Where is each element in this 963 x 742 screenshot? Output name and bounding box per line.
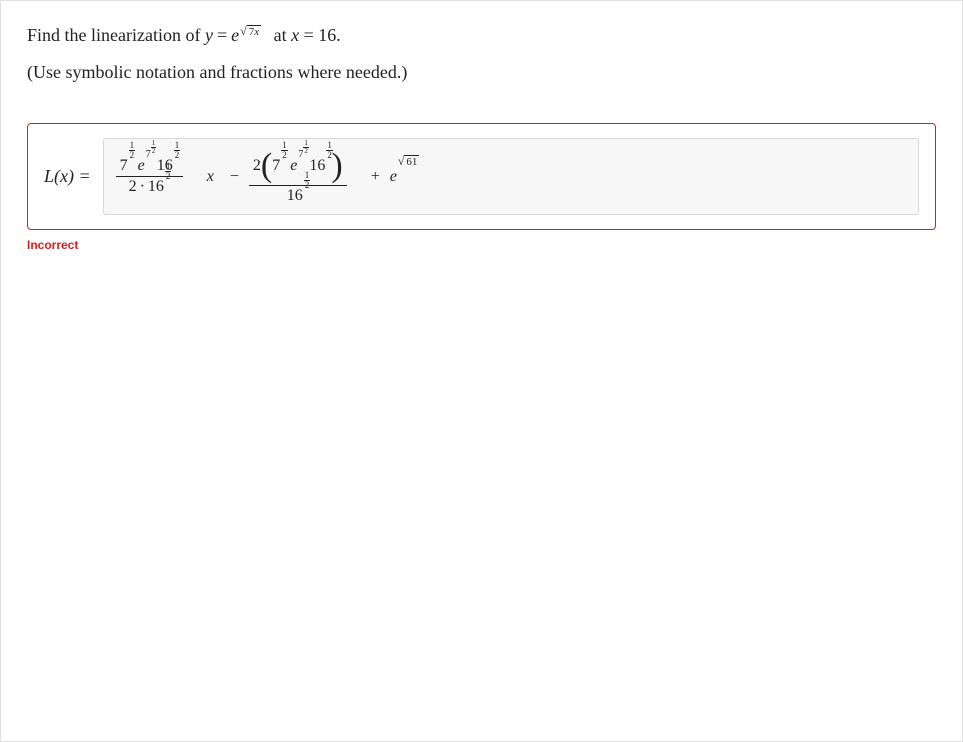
term2-fraction: 2 ( 7 12 e 712 bbox=[249, 149, 347, 204]
t3-e: e bbox=[390, 168, 397, 186]
answer-label: L(x) = bbox=[44, 166, 91, 187]
answer-container: L(x) = 7 12 e bbox=[27, 123, 936, 230]
var-y: y bbox=[205, 23, 213, 48]
label-x: x bbox=[60, 166, 68, 186]
hint-text: (Use symbolic notation and fractions whe… bbox=[27, 62, 936, 83]
t1-den-16: 16 bbox=[148, 179, 164, 195]
question-card: Find the linearization of y = e √ 7x bbox=[0, 0, 963, 742]
t1-7: 7 bbox=[120, 158, 128, 174]
var-x-mult: x bbox=[207, 168, 214, 186]
sqrt-expr: √ 7x bbox=[240, 25, 261, 39]
at-text: at bbox=[274, 25, 292, 45]
label-eq: = bbox=[74, 166, 91, 186]
minus-sign: − bbox=[230, 168, 239, 186]
question-prefix: Find the linearization of bbox=[27, 25, 205, 45]
equals-sign: = bbox=[217, 23, 227, 48]
question-text: Find the linearization of y = e √ 7x bbox=[27, 23, 936, 48]
var-x: x bbox=[291, 25, 299, 45]
question-equation: y = e √ 7x bbox=[205, 23, 269, 48]
const-e: e bbox=[231, 23, 239, 48]
term1-fraction: 7 12 e 712 bbox=[116, 158, 183, 195]
plus-sign: + bbox=[371, 168, 380, 186]
label-L: L bbox=[44, 166, 54, 186]
t2-2: 2 bbox=[253, 158, 261, 174]
lparen: ( bbox=[261, 149, 272, 183]
exp-expr: e √ 7x bbox=[231, 23, 269, 48]
t1-e: e bbox=[138, 158, 145, 174]
sqrt-x: x bbox=[254, 26, 259, 38]
radical-sign: √ bbox=[240, 25, 247, 39]
answer-expression: 7 12 e 712 bbox=[116, 149, 425, 204]
dot: · bbox=[140, 179, 145, 195]
term3: e √ 61 bbox=[390, 168, 425, 186]
t1-den-2: 2 bbox=[129, 179, 137, 195]
rparen: ) bbox=[331, 149, 342, 183]
feedback-text: Incorrect bbox=[27, 238, 936, 252]
at-value: = 16. bbox=[304, 25, 341, 45]
sqrt-61: √ 61 bbox=[398, 155, 420, 169]
answer-input[interactable]: 7 12 e 712 bbox=[103, 138, 919, 215]
